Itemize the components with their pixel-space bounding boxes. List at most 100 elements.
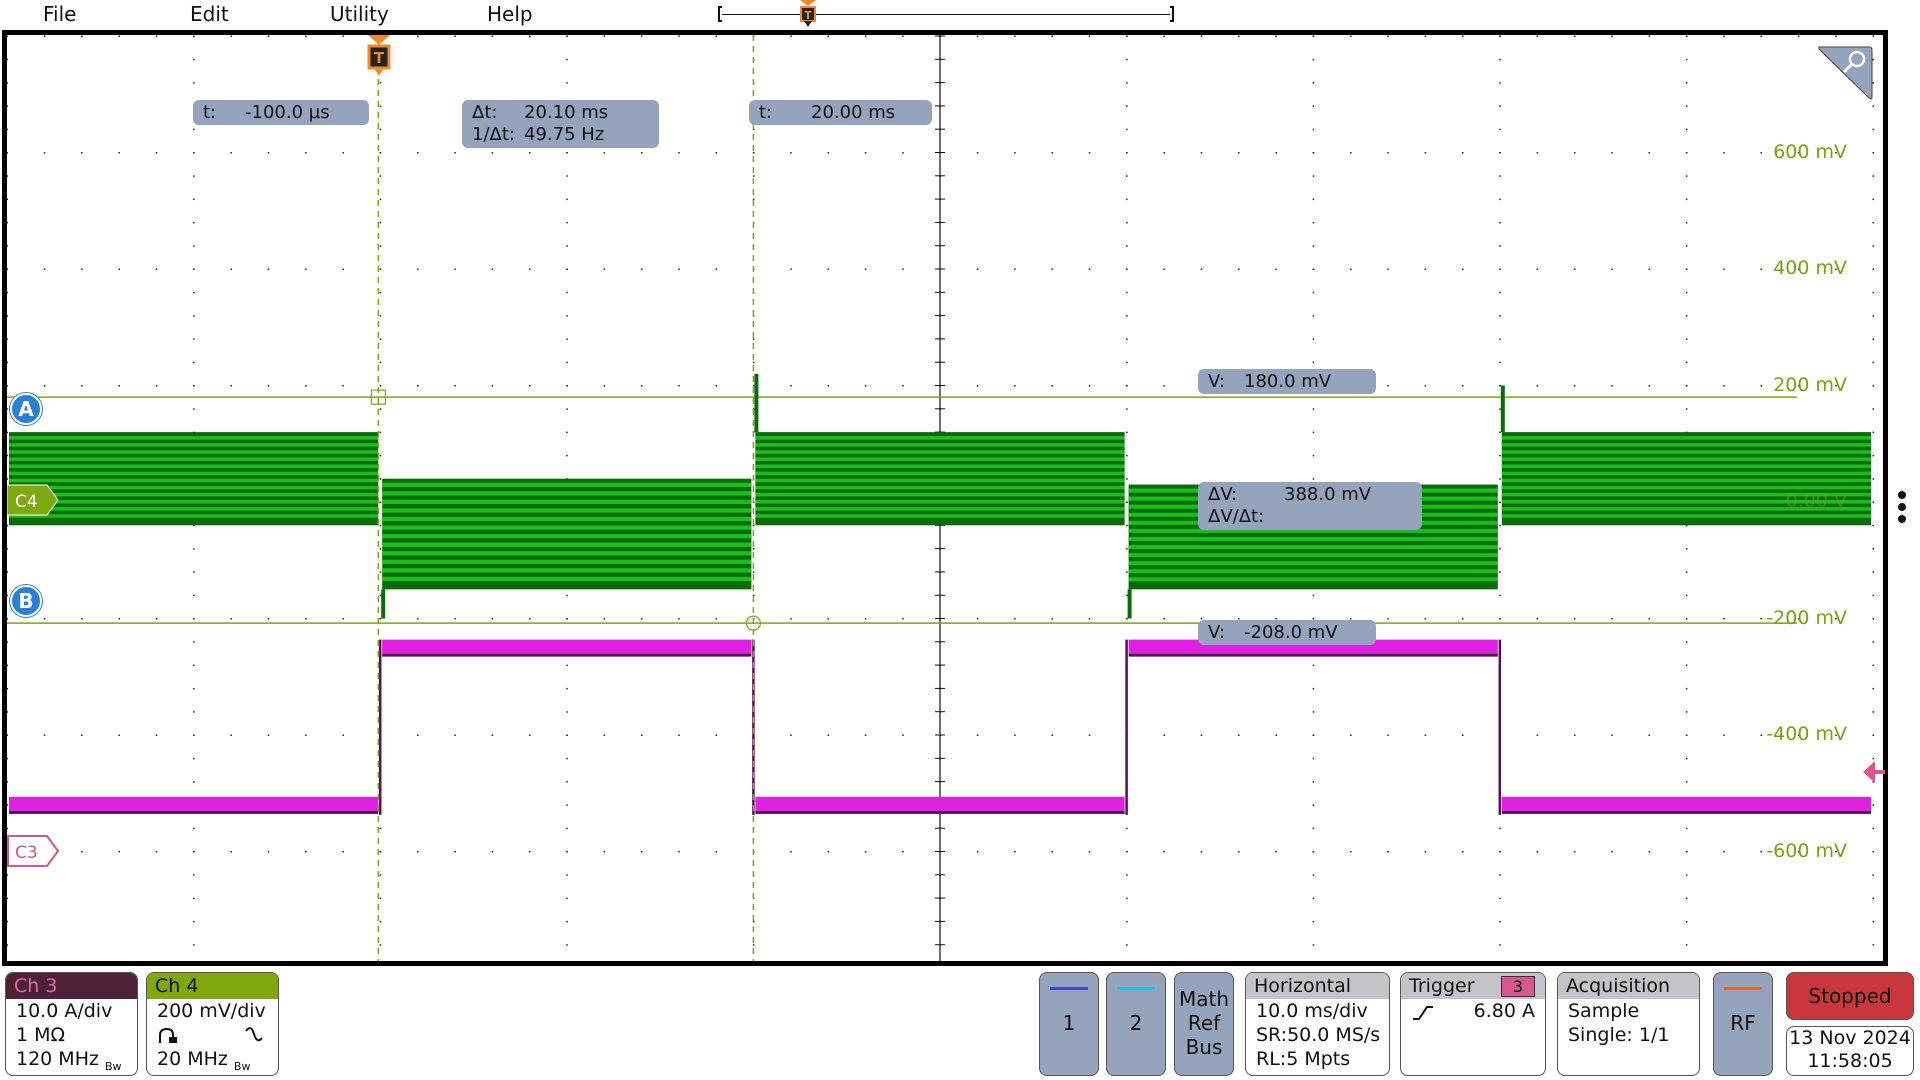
grid-dot: [193, 408, 195, 410]
ch4-trace-band: [382, 516, 752, 522]
grid-dot: [305, 152, 307, 154]
grid-dot: [1126, 920, 1128, 923]
grid-dot: [1723, 35, 1725, 37]
grid-dot: [155, 851, 158, 853]
ch3-offset-marker[interactable]: C3: [7, 835, 59, 867]
ch4-badge[interactable]: Ch 4 200 mV/div 20 MHz Bw: [146, 972, 279, 1076]
delta-time-readout[interactable]: Δt: 20.10 ms 1/Δt: 49.75 Hz: [462, 100, 659, 148]
grid-dot: [193, 58, 195, 61]
grid-dot: [1200, 268, 1203, 270]
grid-dot: [1872, 105, 1874, 107]
grid-dot: [1499, 82, 1501, 84]
svg-text:T: T: [804, 9, 812, 22]
ch4-trace-band: [9, 478, 379, 483]
grid-dot: [1536, 385, 1539, 387]
rf-button[interactable]: RF: [1713, 972, 1773, 1076]
menu-edit[interactable]: Edit: [190, 2, 229, 26]
grid-dot: [118, 618, 120, 620]
ch4-offset-marker[interactable]: C4: [7, 484, 59, 516]
grid-dot: [7, 198, 8, 201]
grid-dot: [193, 82, 195, 84]
grid-dot: [1312, 944, 1315, 946]
grid-dot: [1312, 827, 1315, 830]
grid-dot: [1648, 385, 1651, 387]
grid-dot: [1350, 268, 1352, 270]
trigger-marker-icon[interactable]: T: [366, 35, 392, 83]
ch4-trace-band: [755, 457, 1125, 461]
ch3-badge[interactable]: Ch 3 10.0 A/div 1 MΩ 120 MHz Bw: [5, 972, 138, 1076]
date-time-badge[interactable]: 13 Nov 2024 11:58:05: [1786, 1026, 1914, 1076]
grid-dot: [1872, 291, 1874, 294]
cursor-a-marker[interactable]: A: [10, 393, 42, 425]
grid-dot: [1760, 618, 1763, 620]
grid-dot: [1088, 152, 1091, 154]
menu-utility[interactable]: Utility: [330, 2, 389, 26]
grid-dot: [827, 385, 830, 387]
more-options-icon[interactable]: [1896, 490, 1908, 526]
grid-dot: [827, 268, 830, 270]
ch4-trace-band: [1501, 457, 1871, 461]
grid-dot: [379, 454, 382, 457]
grid-dot: [230, 734, 232, 736]
ac-coupling-icon: [245, 1027, 263, 1042]
grid-dot: [566, 221, 568, 224]
cursor-a-time-readout[interactable]: t: -100.0 µs: [193, 100, 369, 125]
grid-dot: [528, 851, 531, 853]
acquisition-badge[interactable]: Acquisition Sample Single: 1/1: [1557, 972, 1700, 1076]
grid-dot: [454, 851, 456, 853]
grid-dot: [1126, 454, 1128, 457]
grid-dot: [1872, 711, 1874, 713]
trigger-level-icon[interactable]: [1863, 759, 1885, 785]
grid-dot: [1312, 152, 1315, 154]
record-view-right-bracket[interactable]: [1170, 6, 1174, 22]
ch4-trace-band: [1501, 443, 1871, 447]
grid-dot: [640, 734, 643, 736]
cursor-a-voltage-readout[interactable]: V: 180.0 mV: [1198, 369, 1376, 394]
grid-dot: [678, 268, 680, 270]
ch4-trace-band: [382, 568, 752, 573]
trigger-badge[interactable]: Trigger 3 6.80 A: [1400, 972, 1546, 1076]
ch4-badge-title: Ch 4: [147, 973, 278, 999]
horizontal-badge[interactable]: Horizontal 10.0 ms/div SR:50.0 MS/s RL:5…: [1245, 972, 1390, 1076]
grid-dot: [1312, 58, 1315, 61]
grid-dot: [1126, 245, 1128, 247]
grid-dot: [1126, 385, 1128, 387]
grid-dot: [193, 291, 195, 294]
bus-label: Bus: [1185, 1035, 1223, 1059]
zoom-button[interactable]: [1817, 45, 1873, 101]
ch3-badge-title: Ch 3: [6, 973, 137, 999]
grid-dot: [752, 548, 755, 550]
cursor-b-voltage-readout[interactable]: V: -208.0 mV: [1198, 620, 1376, 645]
channel-2-button[interactable]: 2: [1106, 972, 1166, 1076]
delta-voltage-readout[interactable]: ΔV: 388.0 mV ΔV/Δt:: [1198, 482, 1422, 530]
grid-dot: [827, 618, 830, 620]
run-stop-status[interactable]: Stopped: [1786, 972, 1914, 1020]
waveform-display[interactable]: T t: -100.0 µs Δt: 20.10 ms 1/Δt: 49.75 Hz …: [2, 30, 1888, 966]
math-ref-bus-button[interactable]: Math Ref Bus: [1174, 972, 1234, 1076]
record-view-left-bracket[interactable]: [718, 6, 722, 22]
grid-dot: [566, 152, 568, 154]
menu-file[interactable]: File: [43, 2, 76, 26]
ch4-trace-band: [755, 492, 1125, 497]
grid-dot: [305, 385, 307, 387]
trigger-position-icon[interactable]: T: [798, 0, 818, 30]
grid-dot: [566, 734, 568, 736]
grid-dot: [1499, 851, 1501, 853]
grid-dot: [1611, 734, 1613, 736]
channel-1-button[interactable]: 1: [1039, 972, 1099, 1076]
grid-dot: [1163, 35, 1165, 37]
cursor-b-time-readout[interactable]: t: 20.00 ms: [749, 100, 932, 125]
ch3-trace-noise: [755, 810, 1125, 814]
grid-dot: [1685, 408, 1688, 410]
grid-dot: [7, 548, 8, 550]
menu-help[interactable]: Help: [487, 2, 533, 26]
grid-dot: [1312, 757, 1315, 760]
waveform-record-navigator[interactable]: T: [718, 0, 1174, 27]
grid-dot: [1424, 618, 1427, 620]
grid-dot: [379, 571, 382, 573]
ch4-trace-band: [755, 485, 1125, 490]
grid-dot: [1499, 175, 1501, 177]
cursor-b-marker[interactable]: B: [10, 585, 42, 617]
ch3-trace-noise: [382, 653, 752, 657]
grid-dot: [155, 268, 158, 270]
